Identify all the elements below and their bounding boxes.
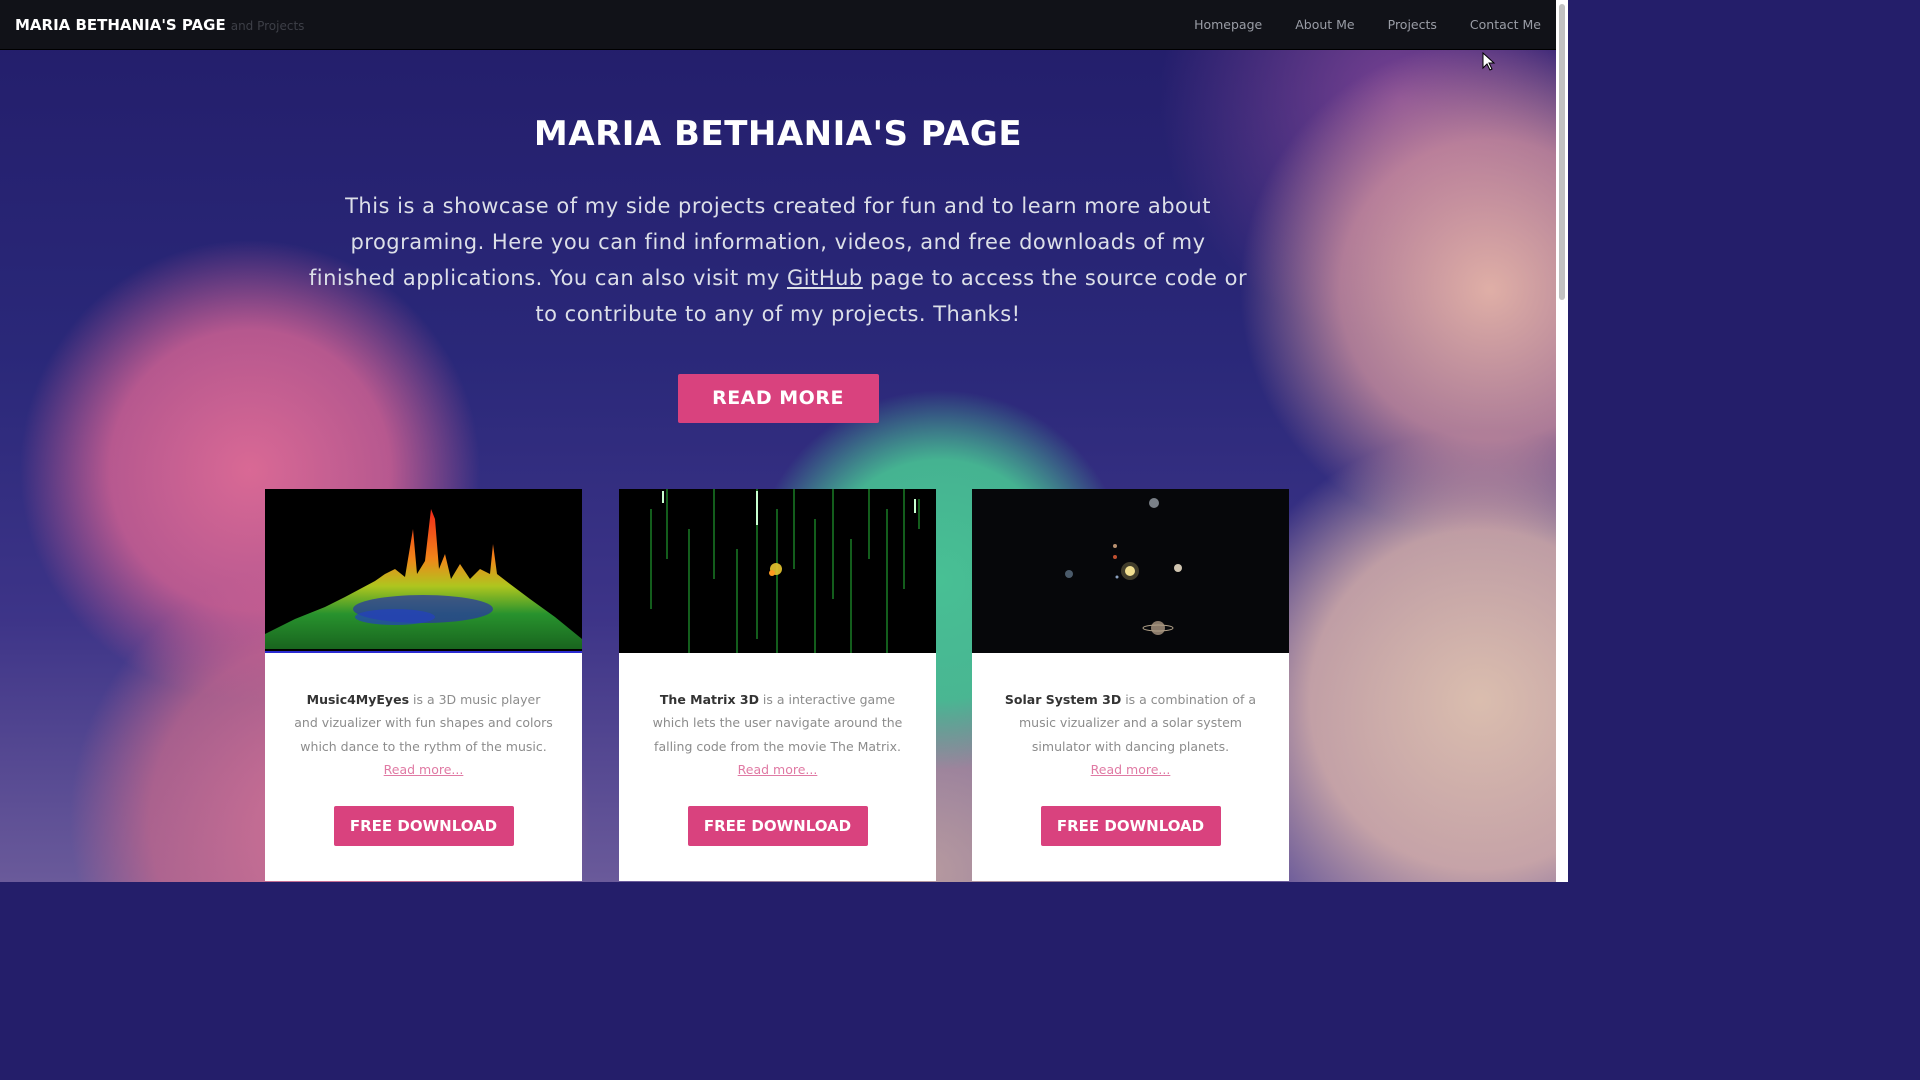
navbar: MARIA BETHANIA'S PAGE and Projects Homep… xyxy=(0,0,1556,50)
project-card-music4myeyes: Music4MyEyes is a 3D music player and vi… xyxy=(265,489,582,881)
read-more-link[interactable]: Read more... xyxy=(1000,758,1261,782)
hero-title: MARIA BETHANIA'S PAGE xyxy=(533,114,1023,154)
read-more-button[interactable]: READ MORE xyxy=(677,374,879,423)
read-more-link[interactable]: Read more... xyxy=(647,758,908,782)
matrix-code-image[interactable] xyxy=(619,489,936,653)
read-more-link[interactable]: Read more... xyxy=(293,758,554,782)
vertical-scrollbar[interactable] xyxy=(1556,0,1568,882)
scrollbar-thumb[interactable] xyxy=(1559,4,1565,300)
free-download-button[interactable]: FREE DOWNLOAD xyxy=(687,805,868,846)
card-description: The Matrix 3D is a interactive game whic… xyxy=(619,653,936,782)
nav-about-me[interactable]: About Me xyxy=(1295,17,1354,32)
brand-subtitle: and Projects xyxy=(230,18,305,33)
card-project-name: The Matrix 3D xyxy=(659,692,759,707)
hero-section: MARIA BETHANIA'S PAGE This is a showcase… xyxy=(0,50,1556,423)
github-link[interactable]: GitHub xyxy=(787,266,863,290)
card-project-name: Solar System 3D xyxy=(1004,692,1122,707)
free-download-button[interactable]: FREE DOWNLOAD xyxy=(333,805,514,846)
brand-title[interactable]: MARIA BETHANIA'S PAGE xyxy=(15,16,226,34)
mouse-cursor-icon xyxy=(1482,51,1496,76)
brand[interactable]: MARIA BETHANIA'S PAGE and Projects xyxy=(15,16,304,34)
nav-contact-me[interactable]: Contact Me xyxy=(1470,17,1541,32)
hero-description: This is a showcase of my side projects c… xyxy=(308,188,1248,332)
free-download-button[interactable]: FREE DOWNLOAD xyxy=(1040,805,1221,846)
nav-homepage[interactable]: Homepage xyxy=(1194,17,1262,32)
music-visualizer-image[interactable] xyxy=(265,489,582,653)
nav-links: Homepage About Me Projects Contact Me xyxy=(1161,17,1541,32)
card-description: Music4MyEyes is a 3D music player and vi… xyxy=(265,653,582,782)
solar-system-image[interactable] xyxy=(972,489,1289,653)
project-card-solar-system-3d: Solar System 3D is a combination of a mu… xyxy=(972,489,1289,881)
project-card-matrix-3d: The Matrix 3D is a interactive game whic… xyxy=(619,489,936,881)
nav-projects[interactable]: Projects xyxy=(1388,17,1437,32)
card-description: Solar System 3D is a combination of a mu… xyxy=(972,653,1289,782)
card-project-name: Music4MyEyes xyxy=(306,692,410,707)
